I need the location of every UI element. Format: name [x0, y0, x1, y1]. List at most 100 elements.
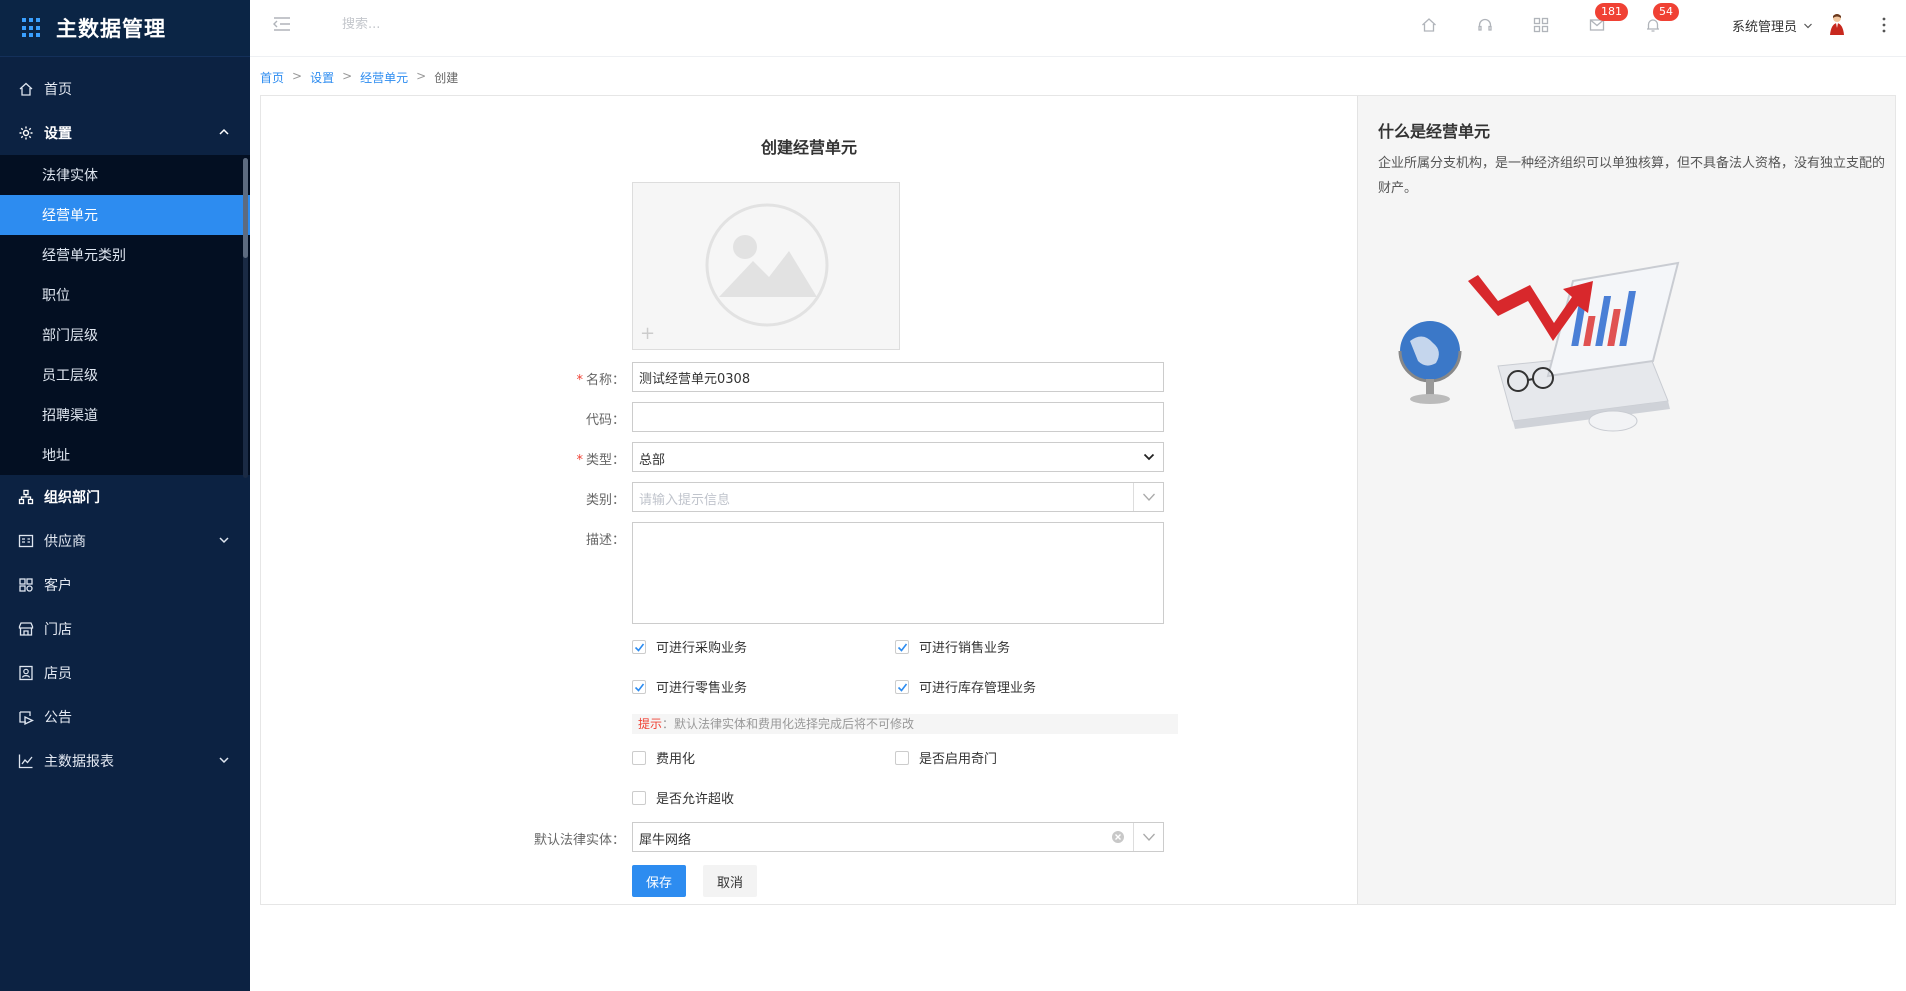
tip-text: ：默认法律实体和费用化选择完成后将不可修改 — [662, 717, 915, 731]
name-label: 名称： — [585, 373, 625, 388]
checkbox-label: 可进行库存管理业务 — [919, 681, 1037, 696]
expense-checkbox[interactable]: 费用化 — [632, 748, 695, 767]
sidebar-item-recruit-channel[interactable]: 招聘渠道 — [0, 395, 250, 435]
required-mark: * — [576, 453, 583, 468]
breadcrumb-separator: > — [416, 69, 427, 83]
check-icon — [897, 643, 908, 652]
sidebar-item-legal-entity[interactable]: 法律实体 — [0, 155, 250, 195]
image-upload[interactable]: + — [632, 182, 900, 350]
clerk-icon — [18, 665, 34, 681]
sidebar-item-clerk[interactable]: 店员 — [0, 651, 250, 695]
sidebar-item-address[interactable]: 地址 — [0, 435, 250, 475]
gear-icon — [18, 125, 34, 141]
type-select[interactable]: 总部 — [632, 442, 1164, 472]
category-row: 类别： 请输入提示信息 — [261, 482, 1357, 514]
sidebar-item-supplier[interactable]: 供应商 — [0, 519, 250, 563]
home-icon[interactable] — [1420, 16, 1438, 34]
sidebar-item-label: 设置 — [44, 126, 72, 142]
category-combobox[interactable]: 请输入提示信息 — [632, 482, 1164, 512]
tip-key: 提示 — [638, 717, 663, 731]
breadcrumb-business-unit[interactable]: 经营单元 — [360, 69, 408, 86]
sidebar-item-notice[interactable]: 公告 — [0, 695, 250, 739]
search-input[interactable] — [342, 17, 542, 32]
required-mark: * — [576, 373, 583, 388]
checkbox-unchecked — [632, 750, 646, 765]
over-receive-checkbox[interactable]: 是否允许超收 — [632, 788, 734, 807]
sidebar-scrollbar-thumb[interactable] — [243, 158, 248, 258]
sidebar-item-employee-level[interactable]: 员工层级 — [0, 355, 250, 395]
home-icon — [18, 81, 34, 97]
checkbox-checked — [632, 679, 646, 694]
qimen-checkbox[interactable]: 是否启用奇门 — [895, 748, 997, 767]
checkbox-unchecked — [632, 790, 646, 805]
add-image-icon: + — [640, 323, 656, 344]
legal-entity-dropdown-button[interactable] — [1133, 823, 1163, 851]
sidebar-item-org-department[interactable]: 组织部门 — [0, 475, 250, 519]
sidebar-item-business-unit[interactable]: 经营单元 — [0, 195, 250, 235]
retail-checkbox[interactable]: 可进行零售业务 — [632, 677, 747, 696]
sidebar-item-report[interactable]: 主数据报表 — [0, 739, 250, 783]
store-icon — [18, 621, 34, 637]
check-icon — [897, 683, 908, 692]
type-selected-value: 总部 — [639, 453, 666, 468]
mail-count-badge: 181 — [1595, 3, 1628, 21]
info-title: 什么是经营单元 — [1378, 122, 1491, 141]
cancel-button[interactable]: 取消 — [703, 865, 757, 897]
breadcrumb-current: 创建 — [434, 71, 459, 85]
breadcrumb-home[interactable]: 首页 — [260, 69, 284, 86]
clear-icon[interactable] — [1111, 830, 1125, 844]
tip-banner: 提示：默认法律实体和费用化选择完成后将不可修改 — [632, 714, 1178, 734]
sidebar-item-department-level[interactable]: 部门层级 — [0, 315, 250, 355]
apps-grid-icon[interactable] — [1532, 16, 1550, 34]
chevron-down-icon — [1143, 493, 1155, 501]
notice-icon — [18, 709, 34, 725]
chevron-down-icon — [1804, 23, 1812, 28]
sidebar-item-customer[interactable]: 客户 — [0, 563, 250, 607]
purchase-checkbox[interactable]: 可进行采购业务 — [632, 637, 747, 656]
save-button[interactable]: 保存 — [632, 865, 686, 897]
category-dropdown-button[interactable] — [1133, 483, 1163, 511]
inventory-checkbox[interactable]: 可进行库存管理业务 — [895, 677, 1036, 696]
checkbox-label: 是否启用奇门 — [919, 752, 998, 767]
sidebar-item-settings[interactable]: 设置 — [0, 111, 250, 155]
chevron-down-icon — [219, 537, 229, 544]
sales-checkbox[interactable]: 可进行销售业务 — [895, 637, 1010, 656]
code-label: 代码： — [585, 413, 625, 428]
sidebar-menu: 首页 设置 法律实体 经营单元 经营单元类别 职位 部门层级 员工层级 招聘渠道… — [0, 57, 250, 783]
description-textarea[interactable] — [632, 522, 1164, 624]
description-row: 描述： — [261, 522, 1357, 624]
code-input[interactable] — [632, 402, 1164, 432]
checkbox-checked — [632, 639, 646, 654]
chevron-down-icon — [219, 757, 229, 764]
checkbox-checked — [895, 639, 909, 654]
user-name: 系统管理员 — [1732, 20, 1798, 35]
checkbox-checked — [895, 679, 909, 694]
legal-entity-combobox[interactable]: 犀牛网络 — [632, 822, 1164, 852]
menu-toggle-icon[interactable] — [272, 16, 292, 32]
breadcrumb: 首页 > 设置 > 经营单元 > 创建 — [260, 69, 458, 86]
sidebar-item-store[interactable]: 门店 — [0, 607, 250, 651]
customer-icon — [18, 577, 34, 593]
top-header: 181 54 系统管理员 — [250, 0, 1906, 57]
sidebar-item-position[interactable]: 职位 — [0, 275, 250, 315]
sidebar-item-business-unit-category[interactable]: 经营单元类别 — [0, 235, 250, 275]
main-panel: 创建经营单元 + *名称： 代码： *类型： 总部 — [260, 95, 1896, 905]
chevron-down-icon — [1143, 453, 1155, 461]
code-row: 代码： — [261, 402, 1357, 434]
category-label: 类别： — [585, 493, 625, 508]
form-title: 创建经营单元 — [760, 138, 857, 157]
headset-icon[interactable] — [1476, 16, 1494, 34]
supplier-icon — [18, 533, 34, 549]
type-label-wrap: * 类型： — [441, 449, 625, 468]
user-menu[interactable]: 系统管理员 — [1732, 16, 1813, 35]
more-vertical-icon[interactable] — [1882, 16, 1886, 34]
breadcrumb-settings[interactable]: 设置 — [310, 69, 334, 86]
avatar[interactable] — [1827, 12, 1847, 36]
legal-entity-value: 犀牛网络 — [639, 833, 692, 848]
name-label-wrap: * 名称： — [441, 369, 625, 388]
description-label: 描述： — [585, 533, 625, 548]
breadcrumb-separator: > — [292, 69, 303, 83]
name-input[interactable] — [632, 362, 1164, 392]
checkbox-label: 可进行采购业务 — [656, 641, 748, 656]
sidebar-item-home[interactable]: 首页 — [0, 67, 250, 111]
